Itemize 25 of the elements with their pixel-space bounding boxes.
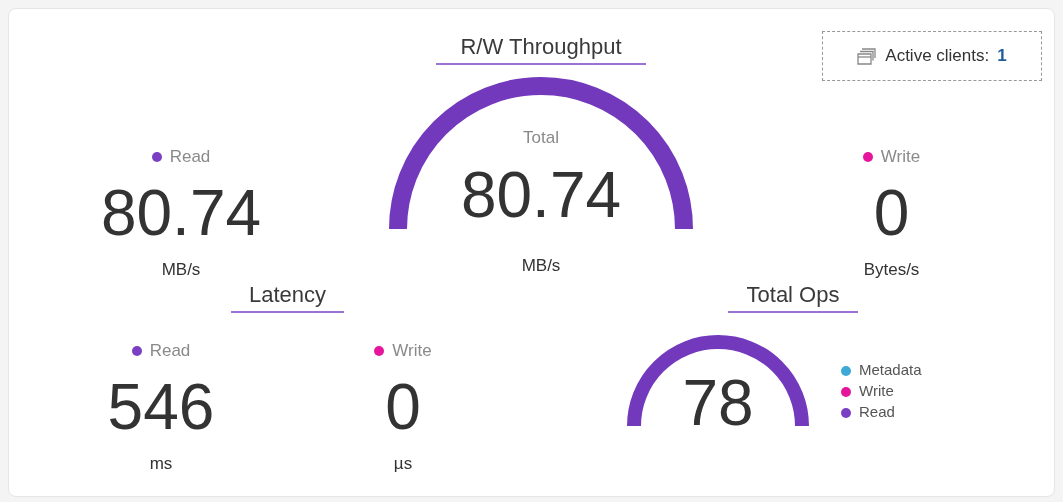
- stat-label: Write: [880, 146, 921, 169]
- legend-label: Metadata: [859, 360, 922, 381]
- stat-value: 0: [873, 181, 910, 245]
- section-title: Total Ops: [728, 281, 858, 313]
- stat-label: Write: [392, 340, 432, 363]
- legend-label: Write: [859, 381, 894, 402]
- active-clients-count: 1: [997, 45, 1007, 68]
- stat-unit: MB/s: [161, 259, 201, 281]
- stat-label: Read: [149, 340, 191, 363]
- stat-label: Total: [523, 127, 559, 149]
- section-title: Latency: [231, 281, 344, 313]
- stat-label: Read: [169, 146, 211, 169]
- stat-unit: ms: [149, 453, 173, 475]
- stack-icon: [857, 47, 878, 65]
- active-clients-label: Active clients:: [885, 45, 990, 68]
- stat-unit: µs: [393, 453, 413, 475]
- stat-unit: Bytes/s: [863, 259, 920, 281]
- stat-value: 0: [385, 375, 421, 439]
- legend-label: Read: [859, 402, 895, 423]
- stat-unit: MB/s: [521, 255, 561, 277]
- ops-value: 78: [682, 371, 754, 435]
- section-title: R/W Throughput: [436, 33, 646, 65]
- stat-value: 546: [107, 375, 215, 439]
- stat-value: 80.74: [100, 181, 262, 245]
- stat-value: 80.74: [460, 162, 622, 227]
